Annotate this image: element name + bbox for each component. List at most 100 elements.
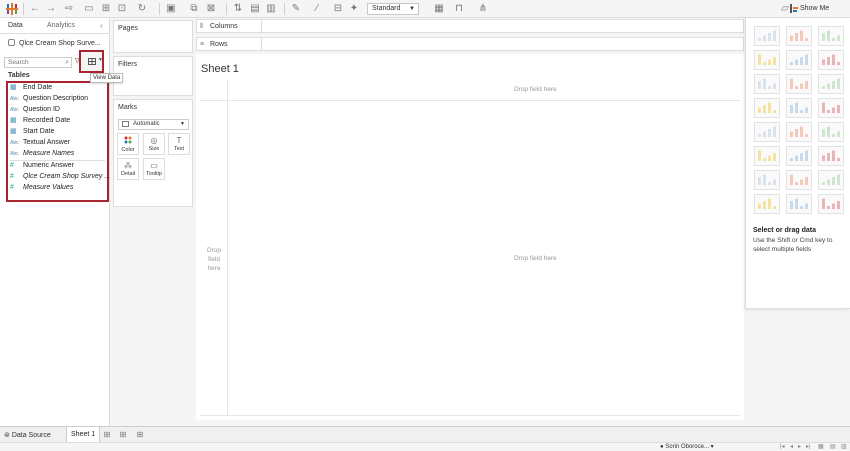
collapse-icon[interactable]: ‹ <box>100 21 103 30</box>
glyph-shape <box>800 206 803 209</box>
mark-type-select[interactable]: Automatic ▼ <box>118 119 189 130</box>
area-continuous-glyph <box>758 150 776 161</box>
highlight-table-icon[interactable] <box>818 26 844 46</box>
presentation-mode-icon[interactable]: ⊓ <box>454 3 464 15</box>
packed-bubbles-icon[interactable] <box>818 194 844 214</box>
user-menu[interactable]: ● Sorin Oboroce... ▾ <box>660 443 714 451</box>
filled-map-icon[interactable] <box>786 50 812 70</box>
detail-button[interactable]: ⁂ Detail <box>117 158 139 180</box>
drop-zone-columns[interactable]: Drop field here <box>514 86 557 93</box>
scatter-plot-icon[interactable] <box>754 170 780 190</box>
new-worksheet-icon[interactable]: ⊞ <box>102 430 112 440</box>
heat-map-icon[interactable] <box>786 26 812 46</box>
refresh-icon[interactable]: ↻ <box>137 3 147 15</box>
search-input[interactable] <box>5 58 61 67</box>
new-sheet-icon[interactable]: ▣ <box>166 3 176 15</box>
continuous-lines-icon[interactable] <box>754 122 780 142</box>
dual-combination-icon[interactable] <box>818 146 844 166</box>
field-item[interactable]: ▦ Start Date <box>10 127 55 137</box>
search-box[interactable]: ⌕ <box>4 57 72 68</box>
columns-shelf[interactable]: ⦀ Columns <box>196 19 744 33</box>
discrete-lines-icon[interactable] <box>786 122 812 142</box>
pie-chart-icon[interactable] <box>818 50 844 70</box>
show-tabs-icon[interactable]: ▤ <box>830 443 836 451</box>
abc-icon: Abc <box>10 96 19 102</box>
shelf-divider <box>261 20 262 32</box>
clear-sheet-icon[interactable]: ⊠ <box>205 3 217 15</box>
data-source-tab[interactable]: ⊜ Data Source <box>4 431 51 439</box>
horizontal-bars-icon[interactable] <box>754 74 780 94</box>
labels-icon[interactable]: ∕ <box>312 3 322 15</box>
fit-select[interactable]: Standard ▼ <box>367 3 419 15</box>
next-sheet-icon[interactable]: ▸ <box>798 443 801 451</box>
text-table-icon[interactable] <box>754 26 780 46</box>
sheet-tab[interactable]: Sheet 1 <box>66 427 101 443</box>
redo-icon[interactable]: → <box>46 3 56 15</box>
sort-descending-icon[interactable]: ▥ <box>266 3 276 15</box>
last-sheet-icon[interactable]: ▸| <box>806 443 811 451</box>
pin-icon[interactable]: ✦ <box>349 3 359 15</box>
pause-updates-icon[interactable]: ⊡ <box>117 3 127 15</box>
show-sheet-sorter-icon[interactable]: ▥ <box>841 443 847 451</box>
drop-zone-main[interactable]: Drop field here <box>514 255 557 262</box>
stacked-bars-icon[interactable] <box>786 74 812 94</box>
tab-analytics[interactable]: Analytics <box>47 22 75 29</box>
sort-ascending-icon[interactable]: ▤ <box>250 3 260 15</box>
field-item[interactable]: Abc Measure Names <box>10 149 74 159</box>
undo-icon[interactable]: ← <box>30 3 40 15</box>
tab-data[interactable]: Data <box>8 22 23 29</box>
drop-zone-rows[interactable]: Drop field here <box>205 246 223 273</box>
rows-shelf[interactable]: ≡ Rows <box>196 37 744 51</box>
pages-card[interactable]: Pages <box>113 20 193 53</box>
fix-axes-icon[interactable]: ⊟ <box>333 3 343 15</box>
gantt-chart-icon[interactable] <box>754 194 780 214</box>
field-item[interactable]: Abc Question Description <box>10 94 88 104</box>
show-cards-icon[interactable]: ▦ <box>432 3 446 15</box>
histogram-icon[interactable] <box>786 170 812 190</box>
prev-sheet-icon[interactable]: ◂ <box>790 443 793 451</box>
show-me-button[interactable]: Show Me <box>800 3 829 15</box>
side-by-side-bars-icon[interactable] <box>818 74 844 94</box>
highlight-icon[interactable]: ✎ <box>291 3 301 15</box>
datasource-item[interactable]: Qlce Cream Shop Surve... <box>8 39 101 47</box>
field-item[interactable]: Abc Textual Answer <box>10 138 70 148</box>
duplicate-sheet-icon[interactable]: ⧉ <box>189 3 199 15</box>
box-whisker-icon[interactable] <box>818 170 844 190</box>
new-dashboard-icon[interactable]: ⊞ <box>118 430 128 440</box>
field-item[interactable]: ▦ End Date <box>10 83 52 93</box>
bullet-graph-icon[interactable] <box>786 194 812 214</box>
show-me-icon[interactable] <box>790 4 798 13</box>
field-item[interactable]: # Qlce Cream Shop Survey ... <box>10 172 110 182</box>
new-story-icon[interactable]: ⊞ <box>135 430 145 440</box>
dimension-measure-divider <box>10 160 105 161</box>
side-by-side-circles-icon[interactable] <box>818 98 844 118</box>
field-item[interactable]: ▦ Recorded Date <box>10 116 70 126</box>
save-icon[interactable]: ▭ <box>84 3 94 15</box>
area-discrete-icon[interactable] <box>786 146 812 166</box>
field-item[interactable]: # Measure Values <box>10 183 73 193</box>
dual-lines-icon[interactable] <box>818 122 844 142</box>
filters-card[interactable]: Filters <box>113 56 193 96</box>
size-button[interactable]: ◎ Size <box>143 133 165 155</box>
comment-icon[interactable]: ▱ <box>780 3 790 15</box>
area-continuous-icon[interactable] <box>754 146 780 166</box>
symbol-map-icon[interactable] <box>754 50 780 70</box>
view-canvas[interactable]: Sheet 1 Drop field here Drop field here … <box>196 54 744 420</box>
circle-views-icon[interactable] <box>786 98 812 118</box>
field-item[interactable]: # Numeric Answer <box>10 161 74 171</box>
share-icon[interactable]: ⋔ <box>478 3 488 15</box>
show-filmstrip-icon[interactable]: ▦ <box>818 443 824 451</box>
replay-icon[interactable]: ⇨ <box>62 3 76 15</box>
sheet-title[interactable]: Sheet 1 <box>201 63 239 75</box>
bullet-graph-glyph <box>790 198 808 209</box>
tooltip-button[interactable]: ▭ Tooltip <box>143 158 165 180</box>
tableau-logo-icon[interactable] <box>6 3 18 15</box>
view-data-button[interactable]: ▼ <box>79 50 104 73</box>
field-item[interactable]: Abc Question ID <box>10 105 60 115</box>
first-sheet-icon[interactable]: |◂ <box>780 443 785 451</box>
text-button[interactable]: T Text <box>168 133 190 155</box>
new-datasource-icon[interactable]: ⊞ <box>101 3 111 15</box>
color-button[interactable]: Color <box>117 133 139 155</box>
swap-icon[interactable]: ⇅ <box>233 3 243 15</box>
treemap-icon[interactable] <box>754 98 780 118</box>
